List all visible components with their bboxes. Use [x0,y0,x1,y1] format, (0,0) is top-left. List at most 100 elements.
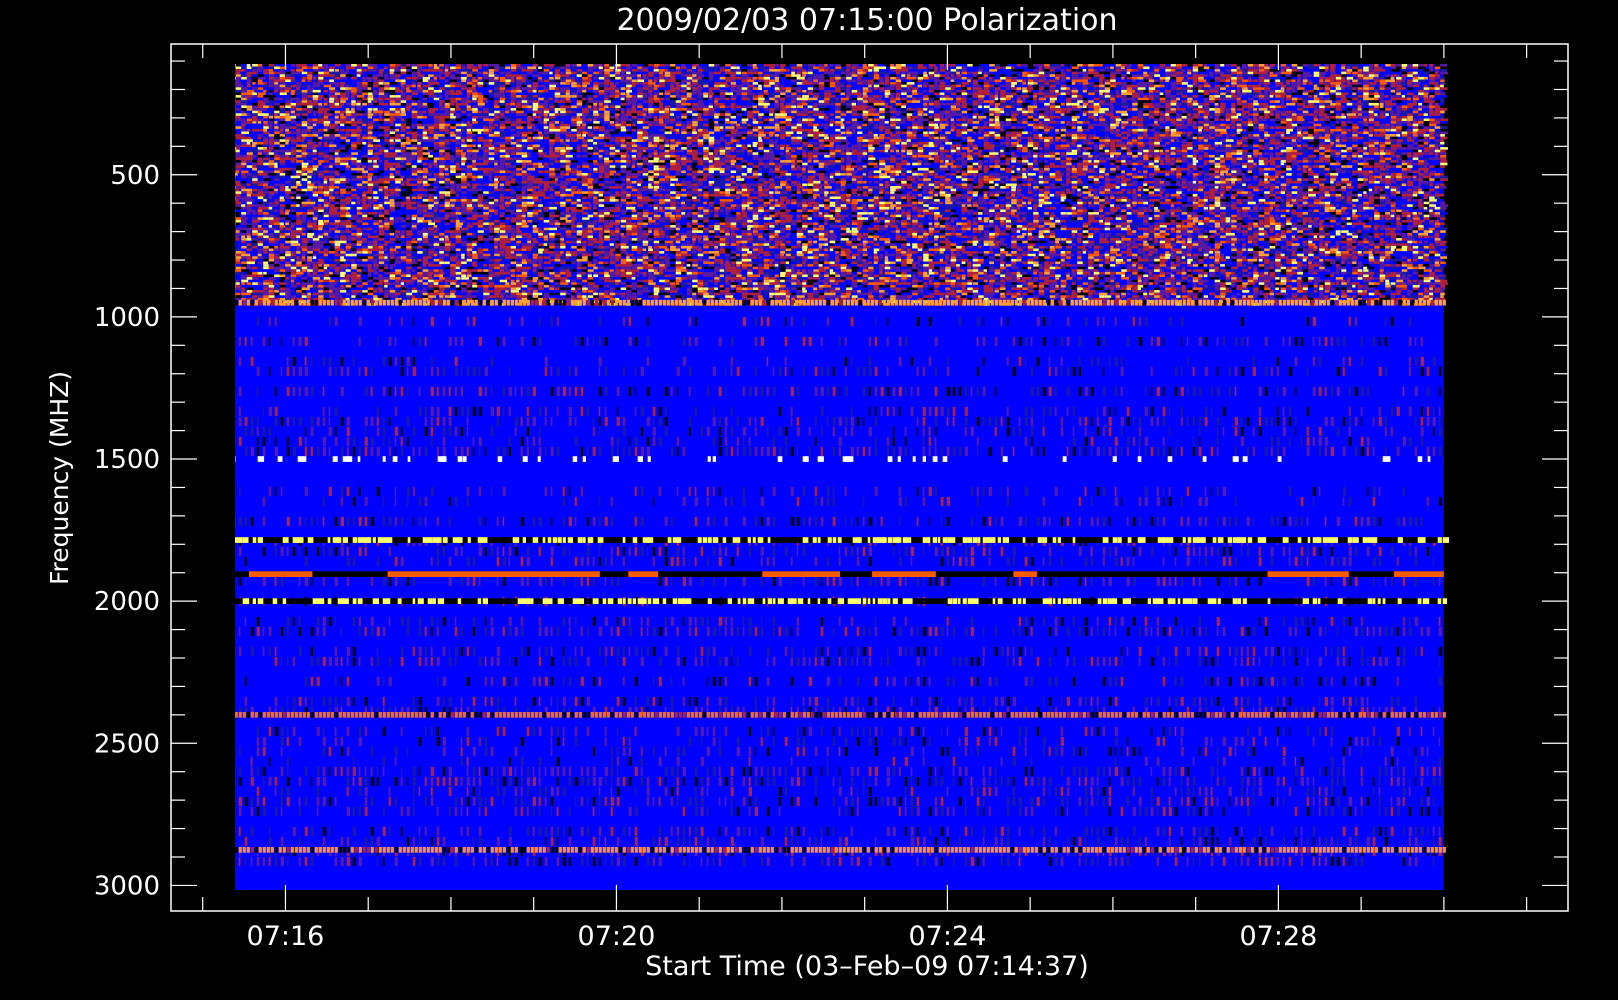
heatmap-cell [566,69,571,72]
heatmap-cell [500,72,505,75]
heatmap-cell [1171,126,1175,129]
heatmap-cell [896,119,901,122]
heatmap-cell [1204,100,1210,103]
heatmap-cell [225,72,230,75]
heatmap-cell [1050,95,1057,98]
heatmap-cell [775,72,781,75]
heatmap-cell [236,98,241,101]
heatmap-cell [901,121,905,124]
heatmap-cell [709,108,715,111]
heatmap-cell [500,113,505,116]
heatmap-cell [296,98,299,101]
heatmap-cell [1011,126,1016,129]
heatmap-cell [1253,87,1259,90]
heatmap-cell [346,93,350,96]
heatmap-cell [1044,124,1048,127]
heatmap-cell [890,108,896,111]
heatmap-cell [230,80,235,83]
heatmap-cell [1050,119,1054,122]
heatmap-cell [362,119,367,122]
heatmap-cell [406,67,410,70]
heatmap-cell [1039,90,1043,93]
heatmap-cell [692,82,698,85]
heatmap-cell [1297,98,1302,101]
heatmap-cell [549,106,554,109]
heatmap-cell [1165,77,1170,80]
heatmap-cell [775,126,780,129]
heatmap-cell [1116,85,1121,88]
heatmap-cell [494,77,498,80]
heatmap-cell [500,93,505,96]
heatmap-cell [1226,72,1231,75]
heatmap-cell [1000,129,1003,132]
heatmap-cell [1039,119,1045,122]
heatmap-cell [1270,113,1274,116]
heatmap-cell [1077,119,1081,122]
heatmap-cell [1303,82,1307,85]
heatmap-cell [1264,124,1268,127]
heatmap-cell [1006,93,1012,96]
heatmap-cell [989,98,995,101]
heatmap-cell [956,124,961,127]
heatmap-cell [632,108,637,111]
heatmap-cell [401,113,406,116]
heatmap-cell [1314,106,1318,109]
heatmap-cell [1165,116,1170,119]
heatmap-cell [445,74,449,77]
heatmap-cell [1264,108,1267,111]
heatmap-cell [1248,90,1252,93]
heatmap-cell [1413,72,1418,75]
heatmap-cell [841,100,846,103]
heatmap-cell [742,72,747,75]
heatmap-cell [610,129,614,132]
heatmap-cell [1160,98,1166,101]
heatmap-cell [1396,67,1401,70]
heatmap-cell [1006,121,1012,124]
heatmap-cell [676,93,680,96]
heatmap-cell [610,67,615,70]
heatmap-cell [1440,100,1444,103]
heatmap-cell [830,80,835,83]
heatmap-cell [1297,72,1303,75]
heatmap-cell [714,98,720,101]
heatmap-cell [725,129,731,132]
heatmap-cell [582,98,586,101]
heatmap-cell [351,67,355,70]
heatmap-cell [681,64,685,67]
heatmap-cell [357,126,361,129]
heatmap-cell [461,129,464,132]
heatmap-cell [1424,93,1429,96]
heatmap-cell [1259,119,1267,122]
heatmap-cell [1330,108,1334,111]
heatmap-cell [357,67,363,70]
heatmap-cell [1385,113,1389,116]
heatmap-cell [274,74,279,77]
heatmap-cell [1044,72,1050,75]
heatmap-cell [533,64,538,67]
heatmap-cell [885,119,891,122]
heatmap-cell [379,72,383,75]
heatmap-cell [1055,119,1061,122]
heatmap-cell [412,103,418,106]
heatmap-cell [285,108,288,111]
heatmap-cell [1407,85,1412,88]
heatmap-cell [1374,95,1380,98]
heatmap-cell [764,77,770,80]
heatmap-cell [1198,106,1202,109]
heatmap-cell [1429,69,1433,72]
heatmap-cell [896,129,901,132]
heatmap-cell [1336,119,1342,122]
heatmap-cell [247,129,251,132]
heatmap-cell [824,69,828,72]
heatmap-cell [1198,129,1202,132]
heatmap-cell [1099,119,1105,122]
heatmap-cell [1083,106,1087,109]
heatmap-cell [1325,106,1330,109]
heatmap-cell [868,85,872,88]
heatmap-cell [1429,80,1435,83]
heatmap-cell [615,108,619,111]
heatmap-cell [852,64,859,67]
heatmap-cell [824,119,828,122]
heatmap-cell [208,85,214,88]
heatmap-cell [269,121,273,124]
